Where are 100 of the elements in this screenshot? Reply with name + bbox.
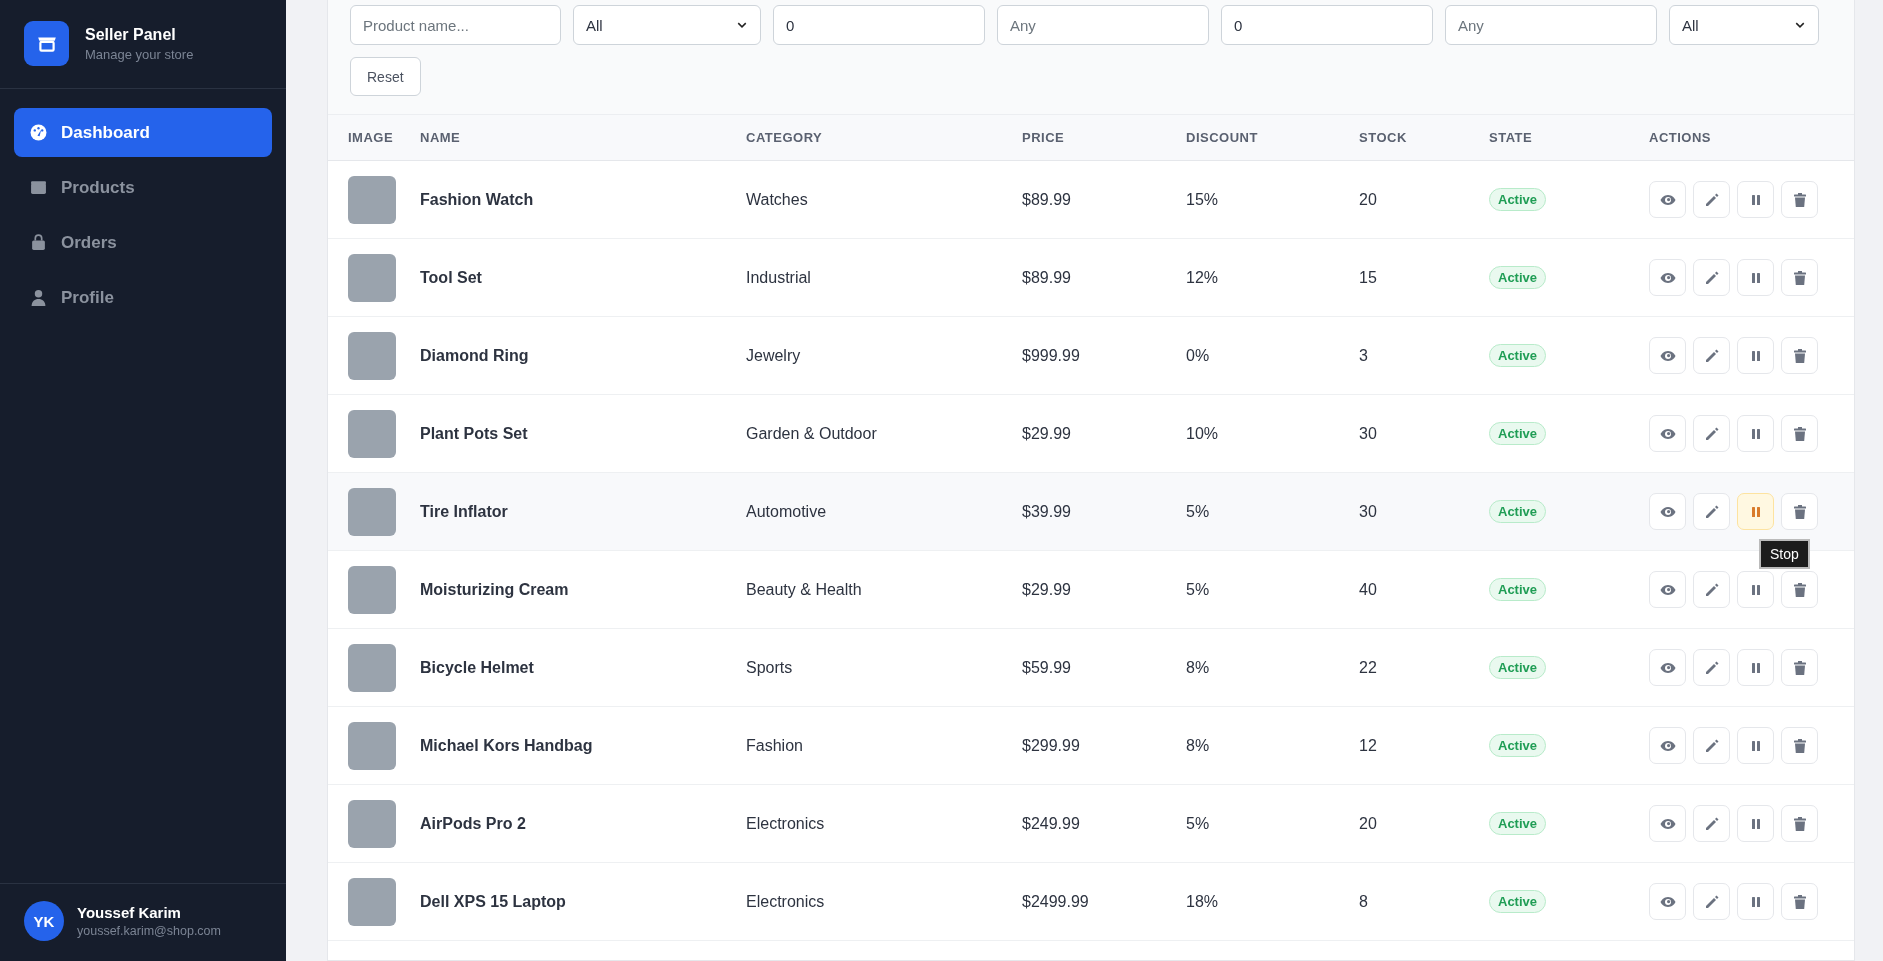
price-text: $89.99: [1022, 190, 1071, 208]
trash-icon: [1791, 269, 1808, 286]
edit-button[interactable]: [1693, 883, 1730, 920]
stop-button[interactable]: [1737, 649, 1774, 686]
filter-field[interactable]: Product name...: [350, 5, 561, 45]
category-text: Electronics: [746, 814, 825, 832]
edit-button[interactable]: [1693, 181, 1730, 218]
delete-button[interactable]: [1781, 259, 1818, 296]
delete-button[interactable]: [1781, 337, 1818, 374]
delete-button[interactable]: [1781, 649, 1818, 686]
column-header: ACTIONS: [1649, 130, 1711, 145]
nav-item[interactable]: Orders: [14, 218, 272, 267]
status-badge: Active: [1489, 344, 1547, 367]
edit-button[interactable]: [1693, 727, 1730, 764]
stop-button[interactable]: [1737, 727, 1774, 764]
view-button[interactable]: [1649, 415, 1686, 452]
trash-icon: [1791, 815, 1808, 832]
discount-text: 5%: [1186, 502, 1210, 520]
discount-text: 5%: [1186, 814, 1210, 832]
product-name: Plant Pots Set: [420, 424, 528, 442]
stock-text: 20: [1359, 190, 1377, 208]
delete-button[interactable]: [1781, 727, 1818, 764]
brand-subtitle: Manage your store: [85, 46, 194, 62]
view-button[interactable]: [1649, 181, 1686, 218]
delete-button[interactable]: [1781, 493, 1818, 530]
nav-item[interactable]: Dashboard: [14, 108, 272, 157]
view-button[interactable]: [1649, 727, 1686, 764]
product-name: Michael Kors Handbag: [420, 736, 593, 754]
view-button[interactable]: [1649, 649, 1686, 686]
pencil-icon: [1703, 191, 1720, 208]
edit-button[interactable]: [1693, 649, 1730, 686]
stop-button[interactable]: [1737, 493, 1774, 530]
stock-text: 22: [1359, 658, 1377, 676]
product-photo-placeholder: [348, 175, 396, 224]
column-header: NAME: [420, 130, 461, 145]
edit-button[interactable]: [1693, 337, 1730, 374]
category-text: Industrial: [746, 268, 811, 286]
stop-button[interactable]: [1737, 259, 1774, 296]
stop-button[interactable]: [1737, 415, 1774, 452]
delete-button[interactable]: [1781, 181, 1818, 218]
category-text: Fashion: [746, 736, 803, 754]
edit-button[interactable]: [1693, 805, 1730, 842]
stop-button[interactable]: [1737, 805, 1774, 842]
category-text: Sports: [746, 658, 793, 676]
view-button[interactable]: [1649, 259, 1686, 296]
product-photo-placeholder: [348, 253, 396, 302]
edit-button[interactable]: [1693, 571, 1730, 608]
product-name: Fashion Watch: [420, 190, 534, 208]
delete-button[interactable]: [1781, 415, 1818, 452]
pencil-icon: [1703, 581, 1720, 598]
bag-icon: [30, 234, 47, 251]
column-header: PRICE: [1022, 130, 1065, 145]
filter-field[interactable]: 0: [1221, 5, 1433, 45]
reset-button[interactable]: Reset: [350, 57, 421, 96]
filter-field[interactable]: Any: [1445, 5, 1657, 45]
view-button[interactable]: [1649, 571, 1686, 608]
product-photo-placeholder: [348, 331, 396, 380]
view-button[interactable]: [1649, 883, 1686, 920]
product-name: Diamond Ring: [420, 346, 529, 364]
product-photo-placeholder: [348, 877, 396, 926]
filter-field[interactable]: 0: [773, 5, 985, 45]
stock-text: 3: [1359, 346, 1368, 364]
column-header: IMAGE: [348, 130, 394, 145]
discount-text: 8%: [1186, 736, 1210, 754]
discount-text: 8%: [1186, 658, 1210, 676]
discount-text: 12%: [1186, 268, 1219, 286]
view-button[interactable]: [1649, 805, 1686, 842]
delete-button[interactable]: [1781, 883, 1818, 920]
user-icon: [30, 289, 47, 306]
price-text: $999.99: [1022, 346, 1080, 364]
stop-button[interactable]: [1737, 571, 1774, 608]
trash-icon: [1791, 191, 1808, 208]
edit-button[interactable]: [1693, 415, 1730, 452]
stop-button[interactable]: [1737, 181, 1774, 218]
category-text: Jewelry: [746, 346, 801, 364]
user-email: youssef.karim@shop.com: [77, 924, 221, 938]
price-text: $299.99: [1022, 736, 1080, 754]
product-name: Tool Set: [420, 268, 482, 286]
discount-text: 18%: [1186, 892, 1219, 910]
product-name: AirPods Pro 2: [420, 814, 526, 832]
edit-button[interactable]: [1693, 259, 1730, 296]
dropdown[interactable]: All: [573, 5, 761, 45]
status-badge: Active: [1489, 500, 1547, 523]
status-badge: Active: [1489, 812, 1547, 835]
view-button[interactable]: [1649, 337, 1686, 374]
nav-item[interactable]: Products: [14, 163, 272, 212]
nav-item[interactable]: Profile: [14, 273, 272, 322]
stock-text: 8: [1359, 892, 1368, 910]
edit-button[interactable]: [1693, 493, 1730, 530]
product-name: Dell XPS 15 Laptop: [420, 892, 566, 910]
view-button[interactable]: [1649, 493, 1686, 530]
status-badge: Active: [1489, 890, 1547, 913]
column-header: CATEGORY: [746, 130, 823, 145]
delete-button[interactable]: [1781, 805, 1818, 842]
pencil-icon: [1703, 269, 1720, 286]
stop-button[interactable]: [1737, 883, 1774, 920]
filter-field[interactable]: Any: [997, 5, 1209, 45]
dropdown[interactable]: All: [1669, 5, 1819, 45]
stop-button[interactable]: [1737, 337, 1774, 374]
delete-button[interactable]: [1781, 571, 1818, 608]
